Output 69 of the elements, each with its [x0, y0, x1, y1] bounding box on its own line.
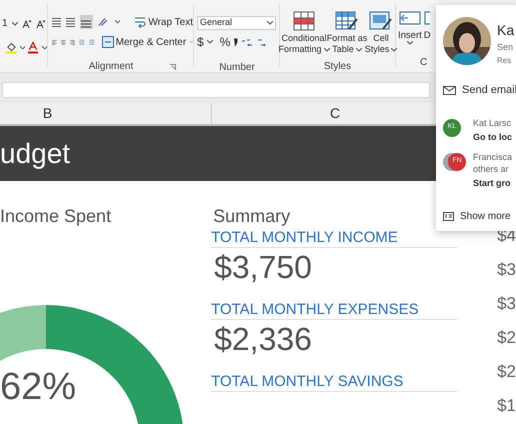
axis-label: $2 [497, 361, 516, 383]
axis-label: $1 [497, 395, 516, 417]
align-top-icon[interactable] [52, 16, 62, 28]
activity-text: Francisca [473, 150, 512, 162]
summary-label: TOTAL MONTHLY EXPENSES [211, 300, 420, 319]
axis-label: $3 [497, 293, 516, 315]
envelope-icon [443, 86, 456, 95]
column-header[interactable]: B [42, 103, 52, 124]
show-more-link[interactable]: Show more [443, 208, 516, 224]
cell-styles-icon[interactable] [369, 11, 393, 31]
caret-icon [20, 46, 26, 50]
align-bottom-icon[interactable] [80, 15, 93, 29]
axis-label: $3 [497, 259, 516, 281]
summary-title: Summary [213, 205, 290, 227]
group-label: Number [219, 62, 255, 73]
caret-icon [12, 22, 18, 26]
person-detail: Sen [497, 41, 514, 54]
delete-button[interactable]: D [424, 8, 431, 45]
fill-color-icon[interactable] [6, 41, 17, 54]
grow-font-icon[interactable] [22, 18, 32, 28]
number-format-dropdown[interactable]: General [197, 16, 276, 30]
wrap-text-button[interactable]: Wrap Text [148, 14, 193, 30]
percent-button[interactable]: % [220, 33, 230, 51]
axis-label: $2 [497, 327, 516, 349]
activity-link[interactable]: Start gro [473, 176, 512, 188]
caret-icon [206, 40, 213, 44]
caret-icon [114, 20, 120, 24]
activity-text: others ar [473, 162, 510, 174]
font-color-icon[interactable] [28, 41, 39, 54]
merge-center-button[interactable]: Merge & Center [116, 34, 186, 50]
send-email-link[interactable]: Send email [443, 82, 516, 98]
conditional-formatting-icon[interactable] [293, 11, 315, 31]
comma-icon[interactable] [233, 38, 238, 46]
percent-label: 62% [0, 365, 76, 409]
chart-title: Income Spent [0, 205, 112, 227]
caret-icon [406, 41, 413, 45]
summary-label: TOTAL MONTHLY INCOME [211, 228, 399, 247]
caret-icon [267, 21, 273, 25]
caret-icon [391, 48, 398, 52]
contact-card-icon [443, 212, 454, 220]
group-label: Styles [324, 61, 352, 72]
ribbon-button[interactable]: Cell Styles [366, 11, 396, 55]
group-label: Alignment [88, 61, 134, 72]
decrease-decimal-icon[interactable] [256, 36, 268, 48]
activity-text: Kat Larsc [473, 116, 512, 128]
person-name: Ka [497, 21, 514, 40]
launcher-icon[interactable] [170, 64, 176, 70]
align-middle-icon[interactable] [66, 16, 76, 28]
ribbon-button[interactable]: Format as Table [328, 11, 366, 55]
column-header[interactable]: C [330, 103, 340, 124]
activity-link[interactable]: Go to loc [473, 130, 512, 142]
caret-icon [42, 46, 47, 50]
person-detail: Res [497, 55, 512, 67]
font-size-field[interactable]: 1 [2, 16, 8, 31]
sheet-title: udget [0, 136, 70, 170]
wrap-text-icon [134, 16, 146, 28]
currency-button[interactable]: $ [197, 33, 204, 51]
summary-value: $2,336 [213, 320, 313, 358]
increase-decimal-icon[interactable] [241, 36, 254, 48]
summary-label: TOTAL MONTHLY SAVINGS [211, 372, 404, 391]
ribbon-button[interactable]: Conditional Formatting [280, 11, 328, 55]
insert-button[interactable]: Insert [398, 8, 422, 45]
caret-icon [356, 48, 362, 52]
format-table-icon[interactable] [335, 11, 359, 31]
summary-value: $3,750 [213, 248, 313, 286]
shrink-font-icon[interactable] [36, 18, 46, 28]
group-label: C [420, 57, 428, 68]
caret-icon [324, 48, 330, 52]
merge-icon [102, 36, 114, 48]
